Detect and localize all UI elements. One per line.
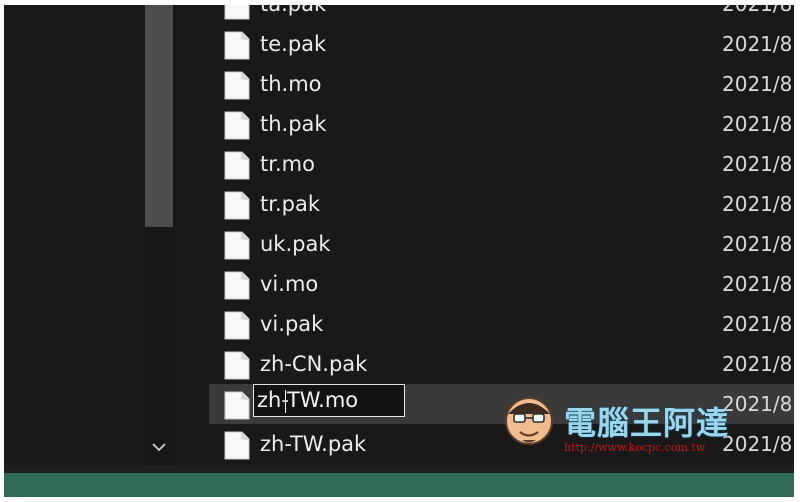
mascot-logo bbox=[505, 397, 553, 445]
file-icon bbox=[224, 311, 250, 340]
text-caret bbox=[285, 390, 286, 413]
file-name: tr.pak bbox=[260, 192, 320, 216]
file-icon bbox=[224, 5, 250, 20]
status-bar bbox=[4, 473, 794, 497]
file-icon bbox=[224, 391, 250, 420]
file-icon bbox=[224, 351, 250, 380]
file-name: zh-TW.pak bbox=[260, 432, 367, 456]
file-name: te.pak bbox=[260, 32, 327, 56]
file-name: th.pak bbox=[260, 112, 327, 136]
scroll-down-button[interactable] bbox=[144, 435, 174, 459]
file-date: 2021/8 bbox=[722, 72, 793, 96]
file-name: vi.pak bbox=[260, 312, 324, 336]
file-row[interactable]: ta.pak 2021/8 bbox=[209, 5, 794, 24]
file-date: 2021/8 bbox=[722, 352, 793, 376]
file-icon bbox=[224, 71, 250, 100]
scrollbar-thumb[interactable] bbox=[145, 5, 173, 227]
file-name: vi.mo bbox=[260, 272, 319, 296]
file-name: tr.mo bbox=[260, 152, 315, 176]
file-name: ta.pak bbox=[260, 5, 326, 17]
file-icon bbox=[224, 431, 250, 460]
file-row[interactable]: vi.pak 2021/8 bbox=[209, 304, 794, 344]
watermark: 電腦王阿達 http://www.kocpc.com.tw bbox=[498, 390, 773, 464]
rename-input[interactable]: zh-TW.mo bbox=[253, 384, 405, 417]
file-date: 2021/8 bbox=[722, 152, 793, 176]
file-date: 2021/8 bbox=[722, 272, 793, 296]
file-icon bbox=[224, 271, 250, 300]
watermark-url: http://www.kocpc.com.tw bbox=[564, 441, 706, 454]
file-date: 2021/8 bbox=[722, 192, 793, 216]
file-icon bbox=[224, 151, 250, 180]
file-date: 2021/8 bbox=[722, 5, 792, 17]
file-icon bbox=[224, 111, 250, 140]
file-date: 2021/8 bbox=[722, 312, 793, 336]
file-row[interactable]: th.mo 2021/8 bbox=[209, 64, 794, 104]
file-date: 2021/8 bbox=[722, 32, 793, 56]
navigation-scrollbar[interactable] bbox=[144, 5, 174, 465]
file-name: th.mo bbox=[260, 72, 322, 96]
bottom-divider bbox=[4, 465, 794, 473]
file-name: zh-CN.pak bbox=[260, 352, 368, 376]
file-name: uk.pak bbox=[260, 232, 331, 256]
watermark-title: 電腦王阿達 bbox=[564, 404, 730, 442]
file-row[interactable]: tr.pak 2021/8 bbox=[209, 184, 794, 224]
file-row[interactable]: th.pak 2021/8 bbox=[209, 104, 794, 144]
file-row[interactable]: tr.mo 2021/8 bbox=[209, 144, 794, 184]
file-row[interactable]: uk.pak 2021/8 bbox=[209, 224, 794, 264]
file-date: 2021/8 bbox=[722, 232, 793, 256]
file-icon bbox=[224, 31, 250, 60]
file-icon bbox=[224, 191, 250, 220]
file-row[interactable]: zh-CN.pak 2021/8 bbox=[209, 344, 794, 384]
chevron-down-icon bbox=[152, 443, 166, 452]
file-date: 2021/8 bbox=[722, 112, 793, 136]
file-row[interactable]: vi.mo 2021/8 bbox=[209, 264, 794, 304]
file-row[interactable]: te.pak 2021/8 bbox=[209, 24, 794, 64]
file-icon bbox=[224, 231, 250, 260]
navigation-pane bbox=[4, 5, 144, 465]
